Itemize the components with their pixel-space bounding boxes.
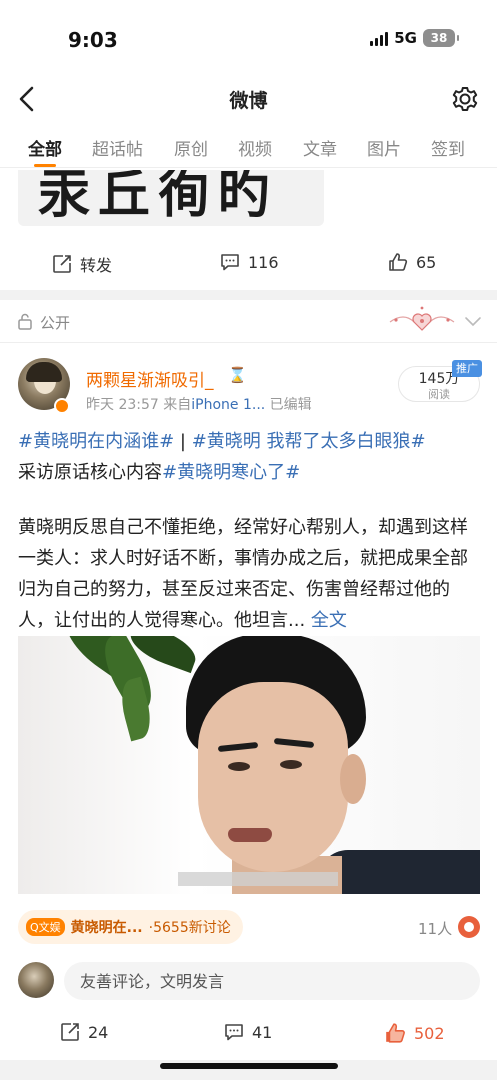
- repost-label: 转发: [80, 256, 113, 275]
- topic-chip[interactable]: Q文娱 黄晓明在... ·5655新讨论: [18, 910, 243, 944]
- person-jacket: [318, 850, 480, 894]
- home-indicator[interactable]: [160, 1063, 338, 1069]
- visibility-label: 公开: [40, 314, 71, 332]
- repost-count: 24: [88, 1022, 109, 1042]
- hourglass-icon: ⌛: [228, 366, 247, 384]
- thumbs-up-icon: [389, 253, 408, 271]
- read-label: 阅读: [428, 388, 450, 401]
- lock-icon: [18, 313, 32, 330]
- like-count: 502: [414, 1023, 445, 1043]
- status-time: 9:03: [68, 28, 118, 52]
- expand-full-text-link[interactable]: 全文: [311, 610, 347, 631]
- topic-chip-tag: Q文娱: [26, 918, 65, 936]
- comment-icon: [221, 254, 239, 271]
- tab-checkin[interactable]: 签到: [431, 135, 465, 160]
- section-gap: [0, 290, 497, 300]
- like-count: 65: [416, 252, 437, 272]
- person-eye: [280, 760, 302, 769]
- people-count: 11人: [418, 920, 453, 938]
- signal-icon: [370, 30, 389, 46]
- thumbs-up-icon: [386, 1023, 405, 1043]
- active-tab-indicator: [34, 164, 56, 167]
- post-meta: 昨天 23:57 来自iPhone 1... 已编辑: [86, 394, 312, 414]
- topic-link[interactable]: #黄晓明 我帮了太多白眼狼#: [192, 431, 426, 452]
- status-bar: 9:03 5G 38: [0, 0, 497, 76]
- video-thumbnail[interactable]: [18, 636, 480, 894]
- comment-count: 41: [252, 1022, 273, 1042]
- post-intro-text: 采访原话核心内容: [18, 462, 162, 483]
- source-prefix: 来自: [163, 397, 192, 413]
- comment-icon: [225, 1024, 243, 1041]
- post-topics-line1: #黄晓明在内涵谁# | #黄晓明 我帮了太多白眼狼#: [18, 426, 480, 457]
- post-actions: 24 41 502: [0, 1014, 497, 1054]
- post-topics-line2: 采访原话核心内容#黄晓明寒心了#: [18, 457, 480, 488]
- heart-ornament-icon: [389, 306, 455, 331]
- topic-chip-title: 黄晓明在...: [70, 920, 143, 936]
- repost-icon: [53, 255, 71, 273]
- status-indicators: 5G 38: [370, 29, 459, 47]
- person-mouth: [228, 828, 272, 842]
- post-body: 黄晓明反思自己不懂拒绝，经常好心帮别人，却遇到这样一类人：求人时好话不断，事情办…: [18, 512, 480, 632]
- like-button[interactable]: 502: [384, 1022, 445, 1044]
- person-ear: [340, 754, 366, 804]
- tab-original[interactable]: 原创: [174, 135, 208, 160]
- battery-icon: 38: [423, 29, 459, 47]
- comment-button[interactable]: 116: [220, 252, 279, 272]
- repost-icon: [61, 1023, 79, 1041]
- tab-supertopic[interactable]: 超话帖: [92, 135, 143, 160]
- tab-article[interactable]: 文章: [303, 135, 337, 160]
- topic-link[interactable]: #黄晓明寒心了#: [162, 462, 300, 483]
- tab-video[interactable]: 视频: [238, 135, 272, 160]
- person-face: [198, 682, 348, 872]
- promoted-tag: 推广: [452, 360, 482, 377]
- like-button[interactable]: 65: [388, 252, 436, 272]
- tab-all[interactable]: 全部: [28, 135, 62, 160]
- comment-input[interactable]: [64, 962, 480, 1000]
- tab-image[interactable]: 图片: [367, 135, 401, 160]
- topic-chip-count: ·5655新讨论: [148, 920, 231, 936]
- topic-separator: |: [174, 431, 192, 452]
- video-subtitle-bar: [178, 872, 338, 886]
- previous-post-image[interactable]: 汞丘徇旳: [18, 170, 324, 226]
- my-avatar: [18, 962, 54, 998]
- post-body-text: 黄晓明反思自己不懂拒绝，经常好心帮别人，却遇到这样一类人：求人时好话不断，事情办…: [18, 517, 468, 631]
- visibility-row: 公开: [0, 302, 497, 340]
- comment-button[interactable]: 41: [224, 1022, 272, 1042]
- edited-label: 已编辑: [269, 397, 312, 413]
- repost-button[interactable]: 24: [60, 1022, 108, 1042]
- verified-badge-icon: [54, 398, 70, 414]
- gear-icon: [452, 87, 478, 111]
- person-eye: [228, 762, 250, 771]
- divider: [0, 342, 497, 343]
- settings-button[interactable]: [449, 82, 481, 116]
- previous-post-actions: 转发 116 65: [0, 244, 497, 284]
- image-text-fragment: 汞丘徇旳: [38, 170, 279, 225]
- network-type: 5G: [394, 29, 417, 47]
- nav-bar: 微博: [0, 76, 497, 122]
- page-title: 微博: [229, 90, 268, 112]
- filter-tabs: 全部 超话帖 原创 视频 文章 图片 签到: [0, 126, 497, 168]
- username[interactable]: 两颗星渐渐吸引_: [86, 366, 214, 391]
- repost-button[interactable]: 转发: [52, 252, 112, 276]
- topic-link[interactable]: #黄晓明在内涵谁#: [18, 431, 174, 452]
- chevron-down-icon[interactable]: [464, 314, 482, 328]
- comment-count: 116: [248, 252, 279, 272]
- people-avatar-icon[interactable]: [458, 916, 480, 938]
- post-time: 昨天 23:57: [86, 397, 159, 413]
- post-source[interactable]: iPhone 1...: [191, 397, 265, 413]
